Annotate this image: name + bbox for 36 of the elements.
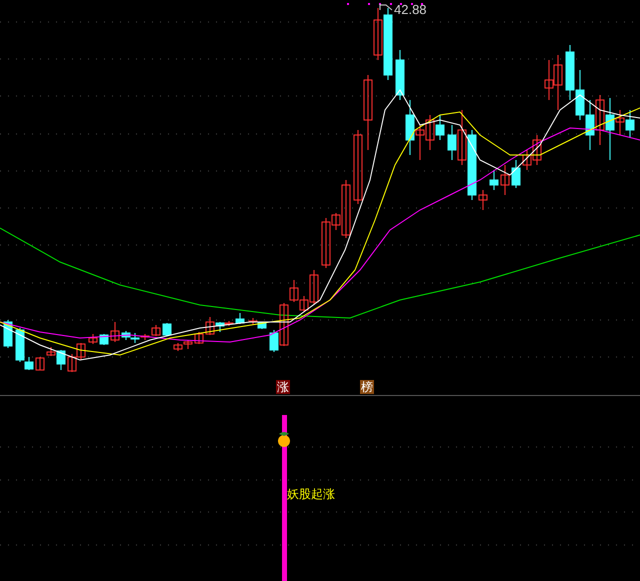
candlestick (554, 54, 562, 110)
candlestick (100, 334, 108, 346)
candlestick (110, 322, 120, 342)
candlestick (184, 340, 192, 350)
candlestick (396, 50, 404, 100)
candlestick (76, 342, 86, 360)
leader-line (380, 4, 392, 10)
candlestick (174, 342, 182, 352)
candlestick (626, 110, 634, 138)
candlestick (36, 356, 44, 370)
candlestick (512, 160, 520, 188)
candlestick (478, 190, 488, 210)
signal-label: 妖股起涨 (287, 486, 335, 503)
candlestick (194, 332, 204, 344)
candlestick (500, 164, 510, 196)
candlestick (162, 322, 172, 336)
signal-marker: 涨 (276, 380, 290, 394)
candlestick (468, 130, 476, 200)
fruit-icon (278, 432, 290, 447)
candlestick (88, 334, 98, 344)
candlestick (4, 320, 12, 348)
candlestick (576, 70, 584, 120)
candlestick (68, 354, 76, 372)
candlestick (374, 8, 382, 60)
candlestick (236, 312, 244, 324)
candlestick (152, 324, 160, 336)
candlestick (596, 94, 604, 146)
candlestick (566, 44, 574, 100)
candlestick (544, 60, 554, 100)
candlestick (436, 114, 444, 140)
candlestick (490, 170, 498, 190)
high-price-label: 42.88 (394, 2, 427, 17)
candlestick (586, 100, 594, 150)
candlestick (122, 330, 130, 340)
candlestick (426, 114, 434, 150)
signal-marker: 榜 (360, 380, 374, 394)
